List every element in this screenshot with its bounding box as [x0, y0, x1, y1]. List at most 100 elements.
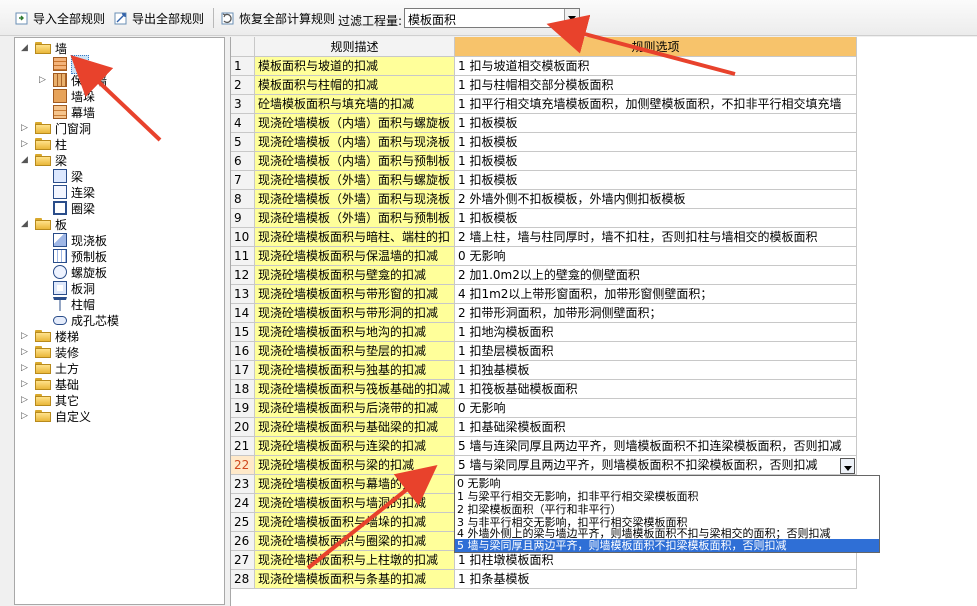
table-row[interactable]: 9 现浇砼墙模板（外墙）面积与预制板 1 扣板模板: [231, 209, 858, 228]
tree-node-wall-curtain[interactable]: 幕墙: [39, 104, 95, 120]
tree-node-column[interactable]: ▷ 柱: [21, 136, 67, 152]
tree-node-slab-cast[interactable]: 现浇板: [39, 232, 107, 248]
option-dropdown-button[interactable]: [840, 458, 855, 474]
expand-icon[interactable]: ▷: [21, 411, 30, 421]
import-icon: [14, 10, 30, 26]
table-row[interactable]: 15 现浇砼墙模板面积与地沟的扣减 1 扣地沟模板面积: [231, 323, 858, 342]
rule-option-cell[interactable]: 1 扣独基模板: [455, 361, 857, 380]
filter-dropdown-button[interactable]: [564, 9, 579, 27]
expand-icon[interactable]: ▷: [21, 123, 30, 133]
table-row[interactable]: 27 现浇砼墙模板面积与上柱墩的扣减 1 扣柱墩模板面积: [231, 551, 858, 570]
tree-node-decoration[interactable]: ▷ 装修: [21, 344, 79, 360]
filter-quantity-select[interactable]: 模板面积: [404, 8, 580, 28]
expand-icon[interactable]: ▷: [21, 379, 30, 389]
rule-option-cell[interactable]: 1 扣柱墩模板面积: [455, 551, 857, 570]
rule-option-cell[interactable]: 1 扣板模板: [455, 209, 857, 228]
rule-option-cell[interactable]: 5 墙与连梁同厚且两边平齐，则墙模板面积不扣连梁模板面积，否则扣减: [455, 437, 857, 456]
table-row[interactable]: 11 现浇砼墙模板面积与保温墙的扣减 0 无影响: [231, 247, 858, 266]
expand-icon[interactable]: ▷: [21, 395, 30, 405]
rule-option-cell[interactable]: 1 扣条基模板: [455, 570, 857, 589]
table-row[interactable]: 22 现浇砼墙模板面积与梁的扣减 5 墙与梁同厚且两边平齐，则墙模板面积不扣梁模板面…: [231, 456, 858, 475]
dropdown-option-1[interactable]: 1 与梁平行相交无影响，扣非平行相交梁模板面积: [455, 490, 879, 503]
table-row[interactable]: 19 现浇砼墙模板面积与后浇带的扣减 0 无影响: [231, 399, 858, 418]
expand-icon[interactable]: ▷: [21, 363, 30, 373]
rule-option-cell[interactable]: 2 墙上柱，墙与柱同厚时，墙不扣柱，否则扣柱与墙相交的模板面积: [455, 228, 857, 247]
rule-option-cell[interactable]: 1 扣板模板: [455, 152, 857, 171]
rule-option-cell[interactable]: 1 扣基础梁模板面积: [455, 418, 857, 437]
export-all-rules-button[interactable]: 导出全部规则: [113, 8, 204, 28]
table-row[interactable]: 4 现浇砼墙模板（内墙）面积与螺旋板 1 扣板模板: [231, 114, 858, 133]
tree-node-slab[interactable]: ◢ 板: [21, 216, 67, 232]
rule-option-cell[interactable]: 1 扣板模板: [455, 114, 857, 133]
tree-node-stairs[interactable]: ▷ 楼梯: [21, 328, 79, 344]
table-row[interactable]: 3 砼墙模板面积与填充墙的扣减 1 扣平行相交填充墙模板面积，加侧壁模板面积，不扣非…: [231, 95, 858, 114]
rule-option-cell[interactable]: 1 扣与柱帽相交部分模板面积: [455, 76, 857, 95]
table-row[interactable]: 2 模板面积与柱帽的扣减 1 扣与柱帽相交部分模板面积: [231, 76, 858, 95]
expand-icon[interactable]: ▷: [39, 75, 48, 85]
collapse-icon[interactable]: ◢: [21, 155, 30, 165]
tree-node-beam[interactable]: ◢ 梁: [21, 152, 67, 168]
tree-node-slab-hole[interactable]: 板洞: [39, 280, 95, 296]
table-row[interactable]: 14 现浇砼墙模板面积与带形洞的扣减 2 扣带形洞面积，加带形洞侧壁面积；: [231, 304, 858, 323]
table-row[interactable]: 21 现浇砼墙模板面积与连梁的扣减 5 墙与连梁同厚且两边平齐，则墙模板面积不扣连梁…: [231, 437, 858, 456]
expand-icon[interactable]: ▷: [21, 347, 30, 357]
tree-node-slab-cap[interactable]: 柱帽: [39, 296, 95, 312]
rule-description-cell: 现浇砼墙模板面积与幕墙的扣减: [255, 475, 455, 494]
tree-node-slab-core[interactable]: 成孔芯模: [39, 312, 119, 328]
rule-description-cell: 现浇砼墙模板面积与地沟的扣减: [255, 323, 455, 342]
table-row[interactable]: 7 现浇砼墙模板（外墙）面积与螺旋板 1 扣板模板: [231, 171, 858, 190]
table-row[interactable]: 17 现浇砼墙模板面积与独基的扣减 1 扣独基模板: [231, 361, 858, 380]
table-row[interactable]: 28 现浇砼墙模板面积与条基的扣减 1 扣条基模板: [231, 570, 858, 589]
collapse-icon[interactable]: ◢: [21, 43, 30, 53]
dropdown-option-2[interactable]: 2 扣梁模板面积（平行和非平行）: [455, 503, 879, 516]
expand-icon[interactable]: ▷: [21, 331, 30, 341]
tree-node-door-window[interactable]: ▷ 门窗洞: [21, 120, 91, 136]
rule-option-cell[interactable]: 2 外墙外侧不扣板模板，外墙内侧扣板模板: [455, 190, 857, 209]
rule-option-cell[interactable]: 1 扣地沟模板面积: [455, 323, 857, 342]
rule-option-cell[interactable]: 1 扣板模板: [455, 171, 857, 190]
header-rule-option[interactable]: 规则选项: [455, 37, 857, 57]
expand-icon[interactable]: ▷: [21, 139, 30, 149]
table-row[interactable]: 16 现浇砼墙模板面积与垫层的扣减 1 扣垫层模板面积: [231, 342, 858, 361]
tree-node-beam-ring[interactable]: 圈梁: [39, 200, 95, 216]
rule-option-cell[interactable]: 2 加1.0m2以上的壁龛的侧壁面积: [455, 266, 857, 285]
rule-option-cell[interactable]: 0 无影响: [455, 247, 857, 266]
import-all-rules-button[interactable]: 导入全部规则: [14, 8, 105, 28]
row-number-cell: 11: [231, 247, 255, 266]
tree-node-wall-insulation[interactable]: ▷ 保温墙: [39, 72, 107, 88]
tree-node-beam-link[interactable]: 连梁: [39, 184, 95, 200]
table-row[interactable]: 13 现浇砼墙模板面积与带形窗的扣减 4 扣1m2以上带形窗面积，加带形窗侧壁面积；: [231, 285, 858, 304]
table-row[interactable]: 10 现浇砼墙模板面积与暗柱、端柱的扣 2 墙上柱，墙与柱同厚时，墙不扣柱，否则扣柱…: [231, 228, 858, 247]
table-row[interactable]: 20 现浇砼墙模板面积与基础梁的扣减 1 扣基础梁模板面积: [231, 418, 858, 437]
tree-node-wall-pier[interactable]: 墙垛: [39, 88, 95, 104]
table-row[interactable]: 18 现浇砼墙模板面积与筏板基础的扣减 1 扣筏板基础模板面积: [231, 380, 858, 399]
rule-option-cell[interactable]: 1 扣筏板基础模板面积: [455, 380, 857, 399]
table-row[interactable]: 1 模板面积与坡道的扣减 1 扣与坡道相交模板面积: [231, 57, 858, 76]
header-rule-description[interactable]: 规则描述: [255, 37, 455, 57]
collapse-icon[interactable]: ◢: [21, 219, 30, 229]
tree-node-foundation[interactable]: ▷ 基础: [21, 376, 79, 392]
tree-node-slab-precast[interactable]: 预制板: [39, 248, 107, 264]
restore-all-rules-button[interactable]: 恢复全部计算规则: [220, 8, 335, 28]
tree-node-beam-beam[interactable]: 梁: [39, 168, 83, 184]
table-row[interactable]: 12 现浇砼墙模板面积与壁龛的扣减 2 加1.0m2以上的壁龛的侧壁面积: [231, 266, 858, 285]
tree-node-earthwork[interactable]: ▷ 土方: [21, 360, 79, 376]
tree-node-slab-spiral[interactable]: 螺旋板: [39, 264, 107, 280]
tree-node-wall-wall[interactable]: 墙: [39, 54, 90, 74]
tree-node-custom[interactable]: ▷ 自定义: [21, 408, 91, 424]
dropdown-option-0[interactable]: 0 无影响: [455, 477, 879, 490]
tree-node-other[interactable]: ▷ 其它: [21, 392, 79, 408]
rule-option-cell[interactable]: 2 扣带形洞面积，加带形洞侧壁面积；: [455, 304, 857, 323]
table-row[interactable]: 8 现浇砼墙模板（外墙）面积与现浇板 2 外墙外侧不扣板模板，外墙内侧扣板模板: [231, 190, 858, 209]
rule-option-cell[interactable]: 1 扣平行相交填充墙模板面积，加侧壁模板面积，不扣非平行相交填充墙: [455, 95, 857, 114]
dropdown-option-5[interactable]: 5 墙与梁同厚且两边平齐，则墙模板面积不扣梁模板面积，否则扣减: [455, 539, 879, 552]
table-row[interactable]: 5 现浇砼墙模板（内墙）面积与现浇板 1 扣板模板: [231, 133, 858, 152]
rule-option-cell[interactable]: 4 扣1m2以上带形窗面积，加带形窗侧壁面积；: [455, 285, 857, 304]
tree-node-wall[interactable]: ◢ 墙: [21, 40, 67, 56]
rule-option-cell[interactable]: 1 扣与坡道相交模板面积: [455, 57, 857, 76]
rule-option-cell[interactable]: 1 扣板模板: [455, 133, 857, 152]
rule-option-cell[interactable]: 1 扣垫层模板面积: [455, 342, 857, 361]
table-row[interactable]: 6 现浇砼墙模板（内墙）面积与预制板 1 扣板模板: [231, 152, 858, 171]
rule-option-cell[interactable]: 5 墙与梁同厚且两边平齐，则墙模板面积不扣梁模板面积，否则扣减: [455, 456, 857, 475]
rule-option-cell[interactable]: 0 无影响: [455, 399, 857, 418]
